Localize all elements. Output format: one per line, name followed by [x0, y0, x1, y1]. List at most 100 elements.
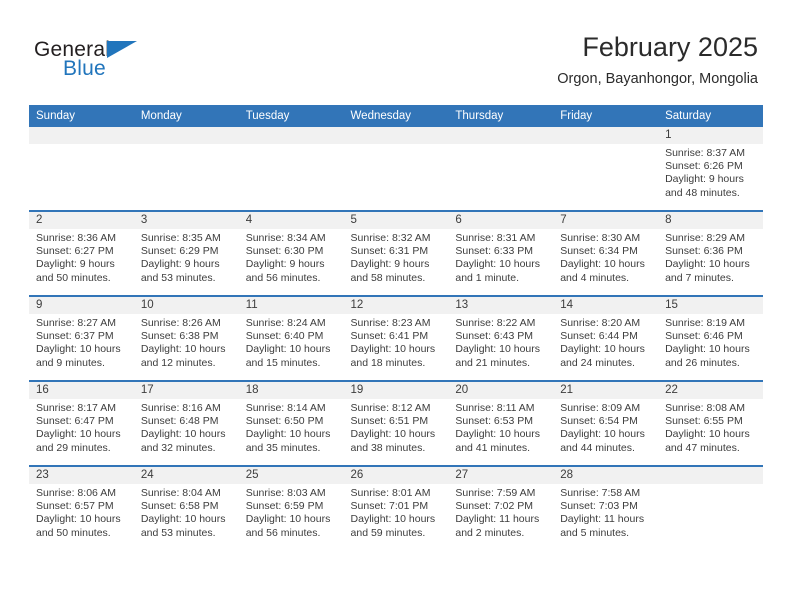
day-cell[interactable]: Sunrise: 8:26 AM Sunset: 6:38 PM Daylight:…: [133, 314, 239, 380]
daylight-text-line1: Daylight: 9 hours: [665, 173, 744, 186]
day-number[interactable]: 6: [448, 212, 554, 229]
page-title: February 2025: [582, 32, 758, 62]
day-number[interactable]: 26: [343, 467, 449, 484]
day-cell[interactable]: Sunrise: 7:59 AM Sunset: 7:02 PM Daylight:…: [448, 484, 554, 550]
sunrise-text: Sunrise: 8:16 AM: [140, 402, 221, 414]
day-number[interactable]: 24: [133, 467, 239, 484]
day-cell[interactable]: Sunrise: 8:04 AM Sunset: 6:58 PM Daylight:…: [133, 484, 239, 550]
day-cell[interactable]: Sunrise: 8:14 AM Sunset: 6:50 PM Daylight:…: [238, 399, 344, 465]
day-cell[interactable]: Sunrise: 8:23 AM Sunset: 6:41 PM Daylight:…: [343, 314, 449, 380]
daylight-text-line2: and 50 minutes.: [36, 526, 111, 539]
day-number[interactable]: 11: [238, 297, 344, 314]
day-number[interactable]: 2: [29, 212, 134, 229]
day-cell[interactable]: Sunrise: 8:27 AM Sunset: 6:37 PM Daylight:…: [29, 314, 134, 380]
sunrise-text: Sunrise: 7:58 AM: [560, 487, 641, 499]
sunset-text: Sunset: 6:37 PM: [36, 330, 114, 343]
column-header-friday: Friday: [553, 105, 659, 127]
day-cell[interactable]: Sunrise: 8:19 AM Sunset: 6:46 PM Daylight:…: [658, 314, 763, 380]
day-cell[interactable]: Sunrise: 8:29 AM Sunset: 6:36 PM Daylight:…: [658, 229, 763, 295]
day-cell[interactable]: Sunrise: 7:58 AM Sunset: 7:03 PM Daylight:…: [553, 484, 659, 550]
day-cell[interactable]: Sunrise: 8:03 AM Sunset: 6:59 PM Daylight:…: [238, 484, 344, 550]
day-cell[interactable]: Sunrise: 8:16 AM Sunset: 6:48 PM Daylight:…: [133, 399, 239, 465]
day-cell[interactable]: Sunrise: 8:20 AM Sunset: 6:44 PM Daylight:…: [553, 314, 659, 380]
daylight-text-line1: Daylight: 10 hours: [245, 428, 331, 441]
day-cell[interactable]: Sunrise: 8:24 AM Sunset: 6:40 PM Daylight:…: [238, 314, 344, 380]
day-number[interactable]: 15: [658, 297, 763, 314]
day-cell[interactable]: Sunrise: 8:35 AM Sunset: 6:29 PM Daylight:…: [133, 229, 239, 295]
daylight-text-line1: Daylight: 10 hours: [665, 258, 750, 271]
title-block: February 2025 Orgon, Bayanhongor, Mongol…: [557, 30, 758, 90]
day-number[interactable]: 14: [553, 297, 659, 314]
daylight-text-line2: and 44 minutes.: [560, 441, 635, 454]
day-number[interactable]: 17: [133, 382, 239, 399]
day-number[interactable]: 19: [343, 382, 449, 399]
daylight-text-line1: Daylight: 10 hours: [350, 428, 436, 441]
day-cell[interactable]: Sunrise: 8:22 AM Sunset: 6:43 PM Daylight:…: [448, 314, 554, 380]
daylight-text-line2: and 29 minutes.: [36, 441, 111, 454]
day-number[interactable]: 20: [448, 382, 554, 399]
daylight-text-line2: and 12 minutes.: [140, 356, 216, 369]
day-number[interactable]: 5: [343, 212, 449, 229]
day-cell[interactable]: Sunrise: 8:12 AM Sunset: 6:51 PM Daylight:…: [343, 399, 449, 465]
day-cell-empty: [658, 484, 763, 550]
general-blue-logo[interactable]: General Blue: [34, 38, 234, 90]
day-cell[interactable]: Sunrise: 8:37 AM Sunset: 6:26 PM Daylight:…: [658, 144, 763, 210]
day-cell[interactable]: Sunrise: 8:30 AM Sunset: 6:34 PM Daylight:…: [553, 229, 659, 295]
sunrise-text: Sunrise: 8:11 AM: [455, 402, 535, 414]
sunset-text: Sunset: 6:36 PM: [665, 245, 743, 258]
sunset-text: Sunset: 6:29 PM: [140, 245, 219, 258]
daylight-text-line2: and 18 minutes.: [350, 356, 426, 369]
day-cell[interactable]: Sunrise: 8:32 AM Sunset: 6:31 PM Daylight:…: [343, 229, 449, 295]
daylight-text-line2: and 47 minutes.: [665, 441, 740, 454]
day-cell[interactable]: Sunrise: 8:01 AM Sunset: 7:01 PM Daylight:…: [343, 484, 449, 550]
sunrise-text: Sunrise: 8:26 AM: [140, 317, 221, 329]
daylight-text-line1: Daylight: 10 hours: [455, 258, 541, 271]
day-number[interactable]: 13: [448, 297, 554, 314]
page-subtitle: Orgon, Bayanhongor, Mongolia: [557, 71, 758, 87]
sunrise-text: Sunrise: 8:32 AM: [350, 232, 431, 244]
day-cell[interactable]: Sunrise: 8:08 AM Sunset: 6:55 PM Daylight:…: [658, 399, 763, 465]
day-number[interactable]: 1: [658, 127, 763, 144]
day-cell[interactable]: Sunrise: 8:09 AM Sunset: 6:54 PM Daylight:…: [553, 399, 659, 465]
daylight-text-line2: and 38 minutes.: [350, 441, 426, 454]
day-cell-empty: [553, 144, 659, 210]
calendar-body: 1 Sunrise: 8:37 AM Sunset: 6:26 PM Daylight…: [29, 127, 763, 550]
day-number[interactable]: 3: [133, 212, 239, 229]
day-cell-empty: [238, 144, 344, 210]
day-number[interactable]: 22: [658, 382, 763, 399]
day-number[interactable]: 7: [553, 212, 659, 229]
day-number[interactable]: 16: [29, 382, 134, 399]
sunset-text: Sunset: 6:31 PM: [350, 245, 429, 258]
day-number[interactable]: 23: [29, 467, 134, 484]
daylight-text-line1: Daylight: 10 hours: [350, 513, 436, 526]
day-cell[interactable]: Sunrise: 8:06 AM Sunset: 6:57 PM Daylight:…: [29, 484, 134, 550]
day-detail-row: Sunrise: 8:36 AM Sunset: 6:27 PM Daylight:…: [29, 229, 763, 295]
daylight-text-line2: and 9 minutes.: [36, 356, 105, 369]
day-cell[interactable]: Sunrise: 8:11 AM Sunset: 6:53 PM Daylight:…: [448, 399, 554, 465]
daylight-text-line2: and 41 minutes.: [455, 441, 531, 454]
sunrise-text: Sunrise: 8:23 AM: [350, 317, 431, 329]
day-number[interactable]: 21: [553, 382, 659, 399]
sunrise-text: Sunrise: 8:36 AM: [36, 232, 116, 244]
daylight-text-line1: Daylight: 10 hours: [560, 428, 645, 441]
day-cell[interactable]: Sunrise: 8:17 AM Sunset: 6:47 PM Daylight:…: [29, 399, 134, 465]
day-cell[interactable]: Sunrise: 8:31 AM Sunset: 6:33 PM Daylight:…: [448, 229, 554, 295]
sunrise-text: Sunrise: 8:08 AM: [665, 402, 746, 414]
day-number-row: 2345678: [29, 212, 763, 229]
daylight-text-line2: and 48 minutes.: [665, 186, 740, 199]
daylight-text-line1: Daylight: 10 hours: [140, 513, 226, 526]
day-number[interactable]: 25: [238, 467, 344, 484]
day-number[interactable]: 10: [133, 297, 239, 314]
day-cell[interactable]: Sunrise: 8:34 AM Sunset: 6:30 PM Daylight:…: [238, 229, 344, 295]
day-number[interactable]: 9: [29, 297, 134, 314]
day-number[interactable]: 27: [448, 467, 554, 484]
sunrise-text: Sunrise: 8:29 AM: [665, 232, 746, 244]
sunrise-text: Sunrise: 8:37 AM: [665, 147, 746, 159]
day-number[interactable]: 18: [238, 382, 344, 399]
day-number[interactable]: 28: [553, 467, 659, 484]
day-number[interactable]: 12: [343, 297, 449, 314]
day-number[interactable]: 8: [658, 212, 763, 229]
day-number[interactable]: 4: [238, 212, 344, 229]
daylight-text-line2: and 26 minutes.: [665, 356, 740, 369]
day-cell[interactable]: Sunrise: 8:36 AM Sunset: 6:27 PM Daylight:…: [29, 229, 134, 295]
